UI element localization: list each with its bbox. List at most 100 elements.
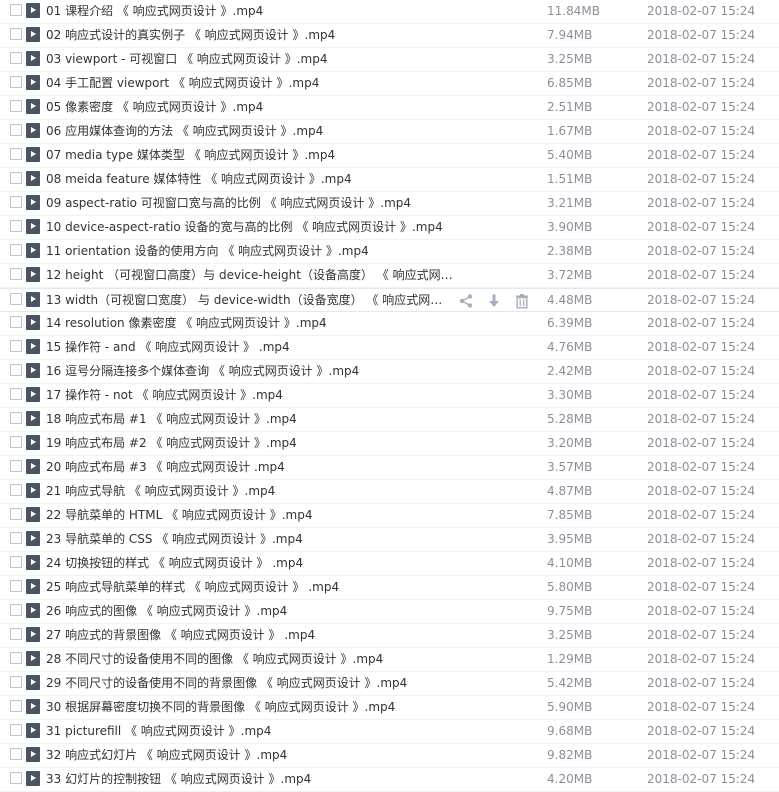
- file-name[interactable]: 11 orientation 设备的使用方向 《 响应式网页设计 》.mp4: [46, 243, 456, 259]
- row-checkbox[interactable]: [10, 76, 22, 88]
- file-row[interactable]: 23 导航菜单的 CSS 《 响应式网页设计 》.mp4 3.95MB 2018…: [0, 528, 779, 552]
- file-name[interactable]: 22 导航菜单的 HTML 《 响应式网页设计 》.mp4: [46, 507, 456, 523]
- row-checkbox[interactable]: [10, 700, 22, 712]
- file-name[interactable]: 15 操作符 - and 《 响应式网页设计 》 .mp4: [46, 339, 456, 355]
- row-checkbox[interactable]: [10, 508, 22, 520]
- row-checkbox[interactable]: [10, 124, 22, 136]
- row-checkbox[interactable]: [10, 724, 22, 736]
- file-name[interactable]: 02 响应式设计的真实例子 《 响应式网页设计 》.mp4: [46, 27, 456, 43]
- file-row[interactable]: 12 height （可视窗口高度）与 device-height（设备高度） …: [0, 264, 779, 288]
- row-checkbox[interactable]: [10, 220, 22, 232]
- row-checkbox[interactable]: [10, 748, 22, 760]
- row-checkbox[interactable]: [10, 172, 22, 184]
- row-checkbox[interactable]: [10, 340, 22, 352]
- file-name[interactable]: 32 响应式幻灯片 《 响应式网页设计 》.mp4: [46, 747, 456, 763]
- file-row[interactable]: 13 width（可视窗口宽度） 与 device-width（设备宽度） 《 …: [0, 288, 779, 312]
- file-row[interactable]: 33 幻灯片的控制按钮 《 响应式网页设计 》.mp4 4.20MB 2018-…: [0, 768, 779, 792]
- row-checkbox[interactable]: [10, 388, 22, 400]
- row-checkbox[interactable]: [10, 244, 22, 256]
- file-row[interactable]: 22 导航菜单的 HTML 《 响应式网页设计 》.mp4 7.85MB 201…: [0, 504, 779, 528]
- row-checkbox[interactable]: [10, 4, 22, 16]
- file-row[interactable]: 29 不同尺寸的设备使用不同的背景图像 《 响应式网页设计 》.mp4 5.42…: [0, 672, 779, 696]
- file-row[interactable]: 28 不同尺寸的设备使用不同的图像 《 响应式网页设计 》.mp4 1.29MB…: [0, 648, 779, 672]
- file-name[interactable]: 05 像素密度 《 响应式网页设计 》.mp4: [46, 99, 456, 115]
- file-name[interactable]: 23 导航菜单的 CSS 《 响应式网页设计 》.mp4: [46, 531, 456, 547]
- file-row[interactable]: 15 操作符 - and 《 响应式网页设计 》 .mp4 4.76MB 201…: [0, 336, 779, 360]
- file-row[interactable]: 25 响应式导航菜单的样式 《 响应式网页设计 》 .mp4 5.80MB 20…: [0, 576, 779, 600]
- file-row[interactable]: 30 根据屏幕密度切换不同的背景图像 《 响应式网页设计 》.mp4 5.90M…: [0, 696, 779, 720]
- file-name[interactable]: 24 切换按钮的样式 《 响应式网页设计 》 .mp4: [46, 555, 456, 571]
- file-name[interactable]: 06 应用媒体查询的方法 《 响应式网页设计 》.mp4: [46, 123, 456, 139]
- file-row[interactable]: 06 应用媒体查询的方法 《 响应式网页设计 》.mp4 1.67MB 2018…: [0, 120, 779, 144]
- file-name[interactable]: 28 不同尺寸的设备使用不同的图像 《 响应式网页设计 》.mp4: [46, 651, 456, 667]
- file-name[interactable]: 27 响应式的背景图像 《 响应式网页设计 》 .mp4: [46, 627, 456, 643]
- file-name[interactable]: 29 不同尺寸的设备使用不同的背景图像 《 响应式网页设计 》.mp4: [46, 675, 456, 691]
- file-row[interactable]: 07 media type 媒体类型 《 响应式网页设计 》.mp4 5.40M…: [0, 144, 779, 168]
- file-name[interactable]: 12 height （可视窗口高度）与 device-height（设备高度） …: [46, 267, 456, 283]
- row-checkbox[interactable]: [10, 412, 22, 424]
- file-name[interactable]: 30 根据屏幕密度切换不同的背景图像 《 响应式网页设计 》.mp4: [46, 699, 456, 715]
- row-checkbox[interactable]: [10, 268, 22, 280]
- trash-icon[interactable]: [512, 291, 532, 311]
- row-checkbox[interactable]: [10, 460, 22, 472]
- file-name[interactable]: 03 viewport - 可视窗口 《 响应式网页设计 》.mp4: [46, 51, 456, 67]
- file-name[interactable]: 10 device-aspect-ratio 设备的宽与高的比例 《 响应式网页…: [46, 219, 456, 235]
- file-row[interactable]: 05 像素密度 《 响应式网页设计 》.mp4 2.51MB 2018-02-0…: [0, 96, 779, 120]
- file-name[interactable]: 31 picturefill 《 响应式网页设计 》.mp4: [46, 723, 456, 739]
- file-row[interactable]: 09 aspect-ratio 可视窗口宽与高的比例 《 响应式网页设计 》.m…: [0, 192, 779, 216]
- row-checkbox[interactable]: [10, 28, 22, 40]
- row-checkbox[interactable]: [10, 364, 22, 376]
- row-checkbox[interactable]: [10, 532, 22, 544]
- row-checkbox[interactable]: [10, 436, 22, 448]
- file-row[interactable]: 24 切换按钮的样式 《 响应式网页设计 》 .mp4 4.10MB 2018-…: [0, 552, 779, 576]
- row-checkbox[interactable]: [10, 772, 22, 784]
- file-row[interactable]: 11 orientation 设备的使用方向 《 响应式网页设计 》.mp4 2…: [0, 240, 779, 264]
- file-name[interactable]: 17 操作符 - not 《 响应式网页设计 》.mp4: [46, 387, 456, 403]
- file-row[interactable]: 04 手工配置 viewport 《 响应式网页设计 》.mp4 6.85MB …: [0, 72, 779, 96]
- file-name[interactable]: 08 meida feature 媒体特性 《 响应式网页设计 》.mp4: [46, 171, 456, 187]
- file-row[interactable]: 01 课程介绍 《 响应式网页设计 》.mp4 11.84MB 2018-02-…: [0, 0, 779, 24]
- row-checkbox[interactable]: [10, 652, 22, 664]
- file-row[interactable]: 27 响应式的背景图像 《 响应式网页设计 》 .mp4 3.25MB 2018…: [0, 624, 779, 648]
- file-name[interactable]: 14 resolution 像素密度 《 响应式网页设计 》.mp4: [46, 315, 456, 331]
- file-row[interactable]: 10 device-aspect-ratio 设备的宽与高的比例 《 响应式网页…: [0, 216, 779, 240]
- row-checkbox[interactable]: [10, 628, 22, 640]
- file-row[interactable]: 18 响应式布局 #1 《 响应式网页设计 》.mp4 5.28MB 2018-…: [0, 408, 779, 432]
- file-name[interactable]: 04 手工配置 viewport 《 响应式网页设计 》.mp4: [46, 75, 456, 91]
- row-checkbox[interactable]: [10, 484, 22, 496]
- file-row[interactable]: 14 resolution 像素密度 《 响应式网页设计 》.mp4 6.39M…: [0, 312, 779, 336]
- row-checkbox[interactable]: [10, 52, 22, 64]
- file-row[interactable]: 20 响应式布局 #3 《 响应式网页设计 .mp4 3.57MB 2018-0…: [0, 456, 779, 480]
- file-row[interactable]: 16 逗号分隔连接多个媒体查询 《 响应式网页设计 》.mp4 2.42MB 2…: [0, 360, 779, 384]
- row-checkbox[interactable]: [10, 604, 22, 616]
- row-checkbox[interactable]: [10, 556, 22, 568]
- row-checkbox[interactable]: [10, 196, 22, 208]
- file-row[interactable]: 21 响应式导航 《 响应式网页设计 》.mp4 4.87MB 2018-02-…: [0, 480, 779, 504]
- file-row[interactable]: 32 响应式幻灯片 《 响应式网页设计 》.mp4 9.82MB 2018-02…: [0, 744, 779, 768]
- file-name[interactable]: 19 响应式布局 #2 《 响应式网页设计 》.mp4: [46, 435, 456, 451]
- file-name[interactable]: 33 幻灯片的控制按钮 《 响应式网页设计 》.mp4: [46, 771, 456, 787]
- file-name[interactable]: 16 逗号分隔连接多个媒体查询 《 响应式网页设计 》.mp4: [46, 363, 456, 379]
- file-row[interactable]: 02 响应式设计的真实例子 《 响应式网页设计 》.mp4 7.94MB 201…: [0, 24, 779, 48]
- file-row[interactable]: 31 picturefill 《 响应式网页设计 》.mp4 9.68MB 20…: [0, 720, 779, 744]
- file-name[interactable]: 13 width（可视窗口宽度） 与 device-width（设备宽度） 《 …: [46, 292, 446, 308]
- download-icon[interactable]: [484, 291, 504, 311]
- file-name[interactable]: 26 响应式的图像 《 响应式网页设计 》.mp4: [46, 603, 456, 619]
- row-checkbox[interactable]: [10, 293, 22, 305]
- file-name[interactable]: 20 响应式布局 #3 《 响应式网页设计 .mp4: [46, 459, 456, 475]
- file-name[interactable]: 01 课程介绍 《 响应式网页设计 》.mp4: [46, 3, 456, 19]
- row-checkbox[interactable]: [10, 100, 22, 112]
- share-icon[interactable]: [456, 291, 476, 311]
- row-checkbox[interactable]: [10, 148, 22, 160]
- file-row[interactable]: 08 meida feature 媒体特性 《 响应式网页设计 》.mp4 1.…: [0, 168, 779, 192]
- file-row[interactable]: 17 操作符 - not 《 响应式网页设计 》.mp4 3.30MB 2018…: [0, 384, 779, 408]
- row-checkbox[interactable]: [10, 316, 22, 328]
- file-name[interactable]: 18 响应式布局 #1 《 响应式网页设计 》.mp4: [46, 411, 456, 427]
- row-checkbox[interactable]: [10, 676, 22, 688]
- row-checkbox[interactable]: [10, 580, 22, 592]
- file-name[interactable]: 09 aspect-ratio 可视窗口宽与高的比例 《 响应式网页设计 》.m…: [46, 195, 456, 211]
- file-name[interactable]: 07 media type 媒体类型 《 响应式网页设计 》.mp4: [46, 147, 456, 163]
- file-row[interactable]: 03 viewport - 可视窗口 《 响应式网页设计 》.mp4 3.25M…: [0, 48, 779, 72]
- file-name[interactable]: 21 响应式导航 《 响应式网页设计 》.mp4: [46, 483, 456, 499]
- file-row[interactable]: 19 响应式布局 #2 《 响应式网页设计 》.mp4 3.20MB 2018-…: [0, 432, 779, 456]
